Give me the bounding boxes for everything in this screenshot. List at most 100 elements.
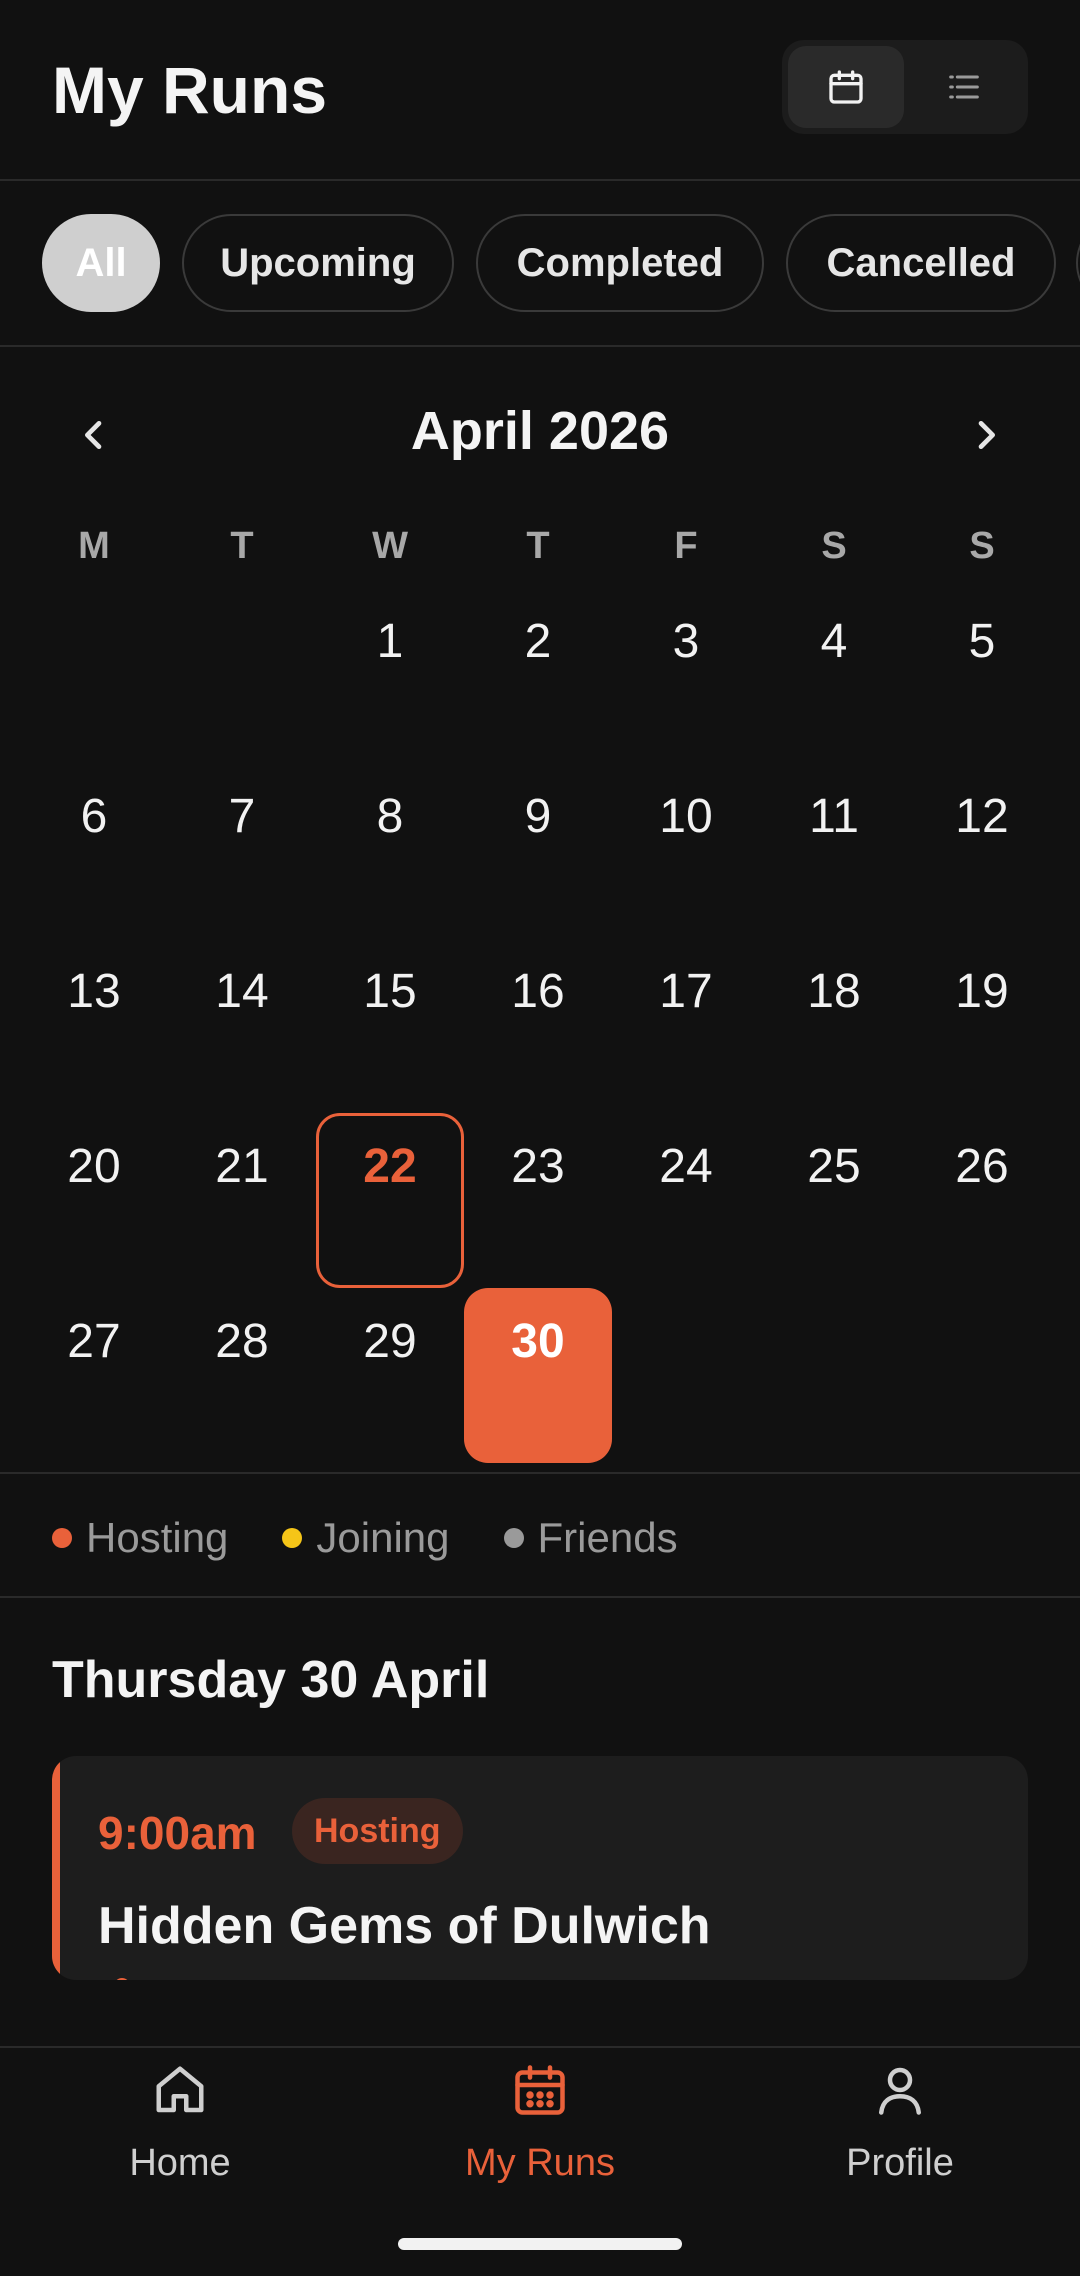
- filter-chips: All Upcoming Completed Cancelled: [0, 180, 1080, 346]
- weekday-label: M: [78, 525, 110, 567]
- calendar-day[interactable]: 29: [316, 1288, 464, 1463]
- calendar-day-selected[interactable]: 30: [464, 1288, 612, 1463]
- day-number: 22: [363, 1140, 417, 1193]
- event-accent-bar: [52, 1756, 60, 1980]
- view-toggle: [782, 40, 1028, 134]
- legend-item-hosting: Hosting: [52, 1514, 228, 1562]
- calendar-day[interactable]: 3: [612, 588, 760, 763]
- calendar-grid: 1 2 3 4 5 6 7 8 9 10 11 12 13 14 15 16 17 18 19 20 21 22 23 24 2…: [20, 588, 1060, 1463]
- filter-chip-completed[interactable]: Completed: [476, 214, 764, 312]
- calendar-icon: [515, 2065, 565, 2115]
- friends-dot: [503, 1528, 524, 1548]
- calendar-day[interactable]: 9: [464, 763, 612, 938]
- day-number: 29: [363, 1315, 417, 1368]
- legend: Hosting Joining Friends: [52, 1508, 678, 1568]
- calendar-day[interactable]: 2: [464, 588, 612, 763]
- calendar-day-today[interactable]: 22: [316, 1113, 464, 1288]
- calendar-view-button[interactable]: [788, 46, 904, 128]
- calendar-day[interactable]: 13: [20, 938, 168, 1113]
- hosting-dot: [52, 1528, 72, 1548]
- day-number: 30: [511, 1315, 565, 1368]
- calendar-icon: [829, 70, 863, 104]
- day-number: 15: [363, 965, 417, 1018]
- calendar-day[interactable]: 21: [168, 1113, 316, 1288]
- legend-label: Hosting: [86, 1514, 229, 1561]
- weekday-header: MTWTFSS: [20, 525, 1060, 568]
- weekday-label: F: [674, 525, 698, 567]
- day-number: 16: [511, 965, 565, 1018]
- event-card[interactable]: 9:00am Hosting Hidden Gems of Dulwich: [52, 1756, 1028, 1980]
- day-number: 19: [955, 965, 1009, 1018]
- day-number: 26: [955, 1140, 1009, 1193]
- nav-item-home[interactable]: Home: [0, 2048, 360, 2248]
- day-number: 10: [659, 790, 713, 843]
- day-number: 18: [807, 965, 861, 1018]
- day-number: 8: [376, 790, 404, 843]
- calendar-day[interactable]: 10: [612, 763, 760, 938]
- event-location-dot: [114, 1978, 130, 1980]
- chevron-right-icon: [978, 421, 995, 449]
- selected-day-heading: Thursday 30 April: [52, 1651, 490, 1709]
- legend-item-friends: Friends: [503, 1514, 678, 1562]
- day-number: 14: [215, 965, 269, 1018]
- calendar-day[interactable]: 5: [908, 588, 1056, 763]
- calendar-day[interactable]: 16: [464, 938, 612, 1113]
- profile-icon: [879, 2067, 921, 2115]
- calendar-day[interactable]: 14: [168, 938, 316, 1113]
- filter-chip-more[interactable]: [1076, 214, 1080, 312]
- weekday-label: T: [230, 525, 254, 567]
- calendar-day[interactable]: 15: [316, 938, 464, 1113]
- calendar-day[interactable]: 28: [168, 1288, 316, 1463]
- joining-dot: [282, 1528, 303, 1548]
- nav-item-profile[interactable]: Profile: [720, 2048, 1080, 2248]
- filter-chip-cancelled[interactable]: Cancelled: [786, 214, 1056, 312]
- day-number: 9: [524, 790, 552, 843]
- day-number: 11: [809, 790, 859, 843]
- day-number: 2: [524, 615, 552, 668]
- next-month-button[interactable]: [956, 400, 1016, 470]
- weekday-label: S: [821, 525, 847, 567]
- day-number: 1: [376, 615, 404, 668]
- event-title: Hidden Gems of Dulwich: [98, 1897, 711, 1955]
- calendar-day[interactable]: 25: [760, 1113, 908, 1288]
- calendar-day[interactable]: 24: [612, 1113, 760, 1288]
- day-number: 4: [820, 615, 848, 668]
- calendar-day[interactable]: 26: [908, 1113, 1056, 1288]
- day-number: 3: [672, 615, 700, 668]
- app-header: My Runs: [0, 0, 1080, 180]
- filter-chip-all[interactable]: All: [42, 214, 160, 312]
- calendar-day[interactable]: 18: [760, 938, 908, 1113]
- day-number: 25: [807, 1140, 861, 1193]
- legend-label: Joining: [316, 1514, 450, 1561]
- filter-chip-upcoming[interactable]: Upcoming: [182, 214, 454, 312]
- weekday-label: S: [969, 525, 995, 567]
- calendar-day[interactable]: 27: [20, 1288, 168, 1463]
- calendar-day[interactable]: 11: [760, 763, 908, 938]
- day-number: 7: [228, 790, 256, 843]
- legend-label: Friends: [537, 1514, 678, 1561]
- day-number: 17: [659, 965, 713, 1018]
- legend-item-joining: Joining: [282, 1514, 450, 1562]
- day-number: 13: [67, 965, 121, 1018]
- calendar-day[interactable]: 4: [760, 588, 908, 763]
- day-number: 6: [80, 790, 108, 843]
- weekday-label: W: [372, 525, 408, 567]
- day-number: 21: [215, 1140, 269, 1193]
- calendar-day[interactable]: 1: [316, 588, 464, 763]
- nav-label: Profile: [846, 2142, 954, 2184]
- nav-item-my-runs[interactable]: My Runs: [360, 2048, 720, 2248]
- nav-label: Home: [129, 2142, 231, 2184]
- list-view-button[interactable]: [906, 46, 1022, 128]
- calendar-day[interactable]: 20: [20, 1113, 168, 1288]
- calendar-day[interactable]: 6: [20, 763, 168, 938]
- calendar-day[interactable]: 17: [612, 938, 760, 1113]
- home-icon: [156, 2066, 204, 2113]
- calendar-day[interactable]: 7: [168, 763, 316, 938]
- weekday-label: T: [526, 525, 550, 567]
- calendar-day[interactable]: 19: [908, 938, 1056, 1113]
- nav-label: My Runs: [465, 2142, 615, 2184]
- calendar-day[interactable]: 8: [316, 763, 464, 938]
- calendar-day[interactable]: 12: [908, 763, 1056, 938]
- calendar-day[interactable]: 23: [464, 1113, 612, 1288]
- month-label: April 2026: [410, 401, 670, 461]
